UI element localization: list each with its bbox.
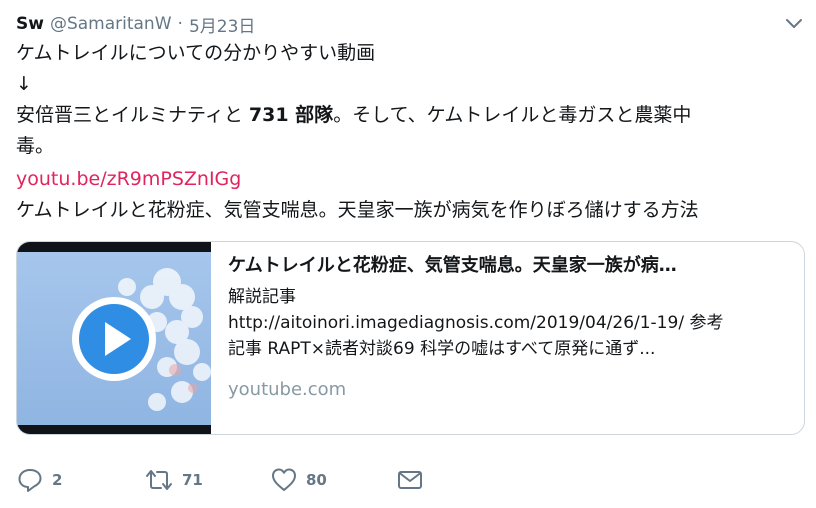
tweet-text-arrow: ↓ bbox=[16, 73, 32, 95]
text-segment: 。そして、ケムトレイルと毒ガスと農薬中 bbox=[333, 104, 692, 126]
retweet-count: 71 bbox=[182, 471, 203, 489]
reply-button[interactable]: 2 bbox=[16, 466, 62, 494]
card-description-line: 記事 RAPT×読者対談69 科学の嘘はすべて原発に通ず... bbox=[228, 339, 656, 359]
separator-dot: · bbox=[177, 14, 183, 34]
tweet-text-line-4: 毒。 bbox=[16, 135, 55, 157]
author-handle[interactable]: @SamaritanW bbox=[50, 14, 172, 34]
tweet-date[interactable]: 5月23日 bbox=[189, 12, 255, 37]
text-bold-segment: 731 部隊 bbox=[248, 104, 334, 126]
retweet-button[interactable]: 71 bbox=[144, 466, 203, 494]
card-title[interactable]: ケムトレイルと花粉症、気管支喘息。天皇家一族が病… bbox=[228, 252, 788, 280]
card-description-line: http://aitoinori.imagediagnosis.com/2019… bbox=[228, 313, 724, 333]
heart-icon bbox=[272, 468, 296, 491]
chevron-down-icon[interactable] bbox=[782, 12, 806, 36]
retweet-icon bbox=[146, 470, 172, 490]
tweet-text-line-6: ケムトレイルと花粉症、気管支喘息。天皇家一族が病気を作りぼろ儲けする方法 bbox=[16, 199, 699, 221]
reply-icon bbox=[18, 469, 42, 492]
card-body[interactable]: ケムトレイルと花粉症、気管支喘息。天皇家一族が病… 解説記事 http://ai… bbox=[228, 252, 788, 404]
envelope-icon bbox=[398, 471, 422, 489]
tweet: Sw @SamaritanW · 5月23日 ケムトレイルについての分かりやすい… bbox=[0, 0, 816, 508]
play-icon[interactable] bbox=[69, 294, 159, 384]
like-count: 80 bbox=[306, 471, 327, 489]
tweet-text-line-3: 安倍晋三とイルミナティと 731 部隊。そして、ケムトレイルと毒ガスと農薬中 bbox=[16, 101, 691, 129]
direct-message-button[interactable] bbox=[396, 466, 424, 494]
card-description: 解説記事 http://aitoinori.imagediagnosis.com… bbox=[228, 284, 788, 362]
card-description-line: 解説記事 bbox=[228, 287, 296, 307]
reply-count: 2 bbox=[52, 471, 63, 489]
tweet-text-line-1: ケムトレイルについての分かりやすい動画 bbox=[16, 42, 376, 64]
card-domain: youtube.com bbox=[228, 379, 347, 400]
video-thumbnail[interactable] bbox=[17, 242, 211, 434]
author-name[interactable]: Sw bbox=[16, 14, 44, 34]
text-segment: 安倍晋三とイルミナティと bbox=[16, 104, 249, 126]
link-card[interactable]: ケムトレイルと花粉症、気管支喘息。天皇家一族が病… 解説記事 http://ai… bbox=[16, 241, 805, 435]
tweet-link[interactable]: youtu.be/zR9mPSZnIGg bbox=[16, 165, 241, 193]
like-button[interactable]: 80 bbox=[270, 466, 327, 494]
tweet-header: Sw @SamaritanW · 5月23日 bbox=[16, 10, 255, 38]
